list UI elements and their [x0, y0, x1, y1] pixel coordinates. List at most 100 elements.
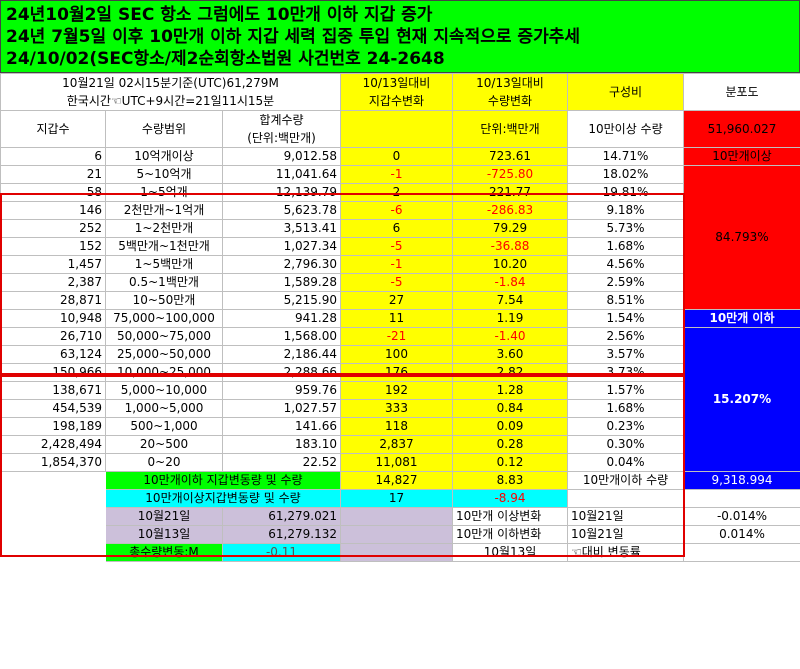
ratio: 4.56%: [567, 255, 684, 274]
table-row: 198,189 500~1,000 141.66 118 0.09 0.23%: [0, 417, 800, 436]
wallet-change: -1: [340, 255, 453, 274]
total-qty: 5,623.78: [222, 201, 341, 220]
table-row: 58 1~5억개 12,139.79 2 221.77 19.81%: [0, 183, 800, 202]
total-qty: 959.76: [222, 381, 341, 400]
wallet-count: 252: [0, 219, 106, 238]
wallet-change-header-2: 지갑수변화: [368, 94, 425, 108]
wallet-change: 118: [340, 417, 453, 436]
total-qty: 2,288.66: [222, 363, 341, 382]
unit-label: 단위:백만개: [452, 110, 568, 148]
table-row: 252 1~2천만개 3,513.41 6 79.29 5.73%: [0, 219, 800, 238]
qty-change: 0.28: [452, 435, 568, 454]
total-row: 총수량변동:M -0.11 10월13일 ☜대비 변동률: [0, 543, 800, 562]
under-summary-label: 10만개이하 지갑변동량 및 수량: [105, 471, 341, 490]
qty-change-header: 10/13일대비: [476, 76, 544, 90]
wallet-distribution-table: 10월21일 02시15분기준(UTC)61,279M 한국시간☜UTC+9시간…: [0, 73, 800, 562]
wallet-count: 58: [0, 183, 106, 202]
table-row: 26,710 50,000~75,000 1,568.00 -21 -1.40 2.56%…: [0, 327, 800, 472]
foot-date: 10월13일: [452, 543, 568, 562]
ratio: 18.02%: [567, 165, 684, 184]
total-qty: 941.28: [222, 309, 341, 328]
wallet-change: 2: [340, 183, 453, 202]
qty-range: 0~20: [105, 453, 223, 472]
ratio: 0.04%: [567, 453, 684, 472]
range-header: 수량범위: [105, 110, 223, 148]
wallet-count: 1,854,370: [0, 453, 106, 472]
wallet-change: -21: [340, 327, 453, 346]
table-row: 10,948 75,000~100,000 941.28 11 1.19 1.54% 10만…: [0, 309, 800, 328]
table-row: 138,671 5,000~10,000 959.76 192 1.28 1.57%: [0, 381, 800, 400]
under-wallet-change: 14,827: [340, 471, 453, 490]
table-row: 454,539 1,000~5,000 1,027.57 333 0.84 1.68%: [0, 399, 800, 418]
wallet-count: 10,948: [0, 309, 106, 328]
table-row: 6 10억개이상 9,012.58 0 723.61 14.71% 10만개이상: [0, 147, 800, 166]
total-qty: 1,589.28: [222, 273, 341, 292]
ratio: 0.30%: [567, 435, 684, 454]
total-unit: (단위:백만개): [247, 131, 316, 145]
qty-change: 0.09: [452, 417, 568, 436]
qty-range: 1~5억개: [105, 183, 223, 202]
qty-change: 723.61: [452, 147, 568, 166]
date1-value: 61,279.021: [222, 507, 341, 526]
wallet-change: -5: [340, 273, 453, 292]
qty-range: 75,000~100,000: [105, 309, 223, 328]
wallet-change: -6: [340, 201, 453, 220]
qty-change: -286.83: [452, 201, 568, 220]
total-qty: 1,027.57: [222, 399, 341, 418]
wallet-change: -1: [340, 165, 453, 184]
ratio-header: 구성비: [567, 73, 684, 111]
qty-range: 10,000~25,000: [105, 363, 223, 382]
under-change-date: 10월21일: [567, 525, 684, 544]
title-line-2: 24년 7월5일 이후 10만개 이하 지갑 세력 집중 투입 현재 지속적으로…: [6, 27, 580, 47]
wallet-change: 2,837: [340, 435, 453, 454]
wallet-count: 2,387: [0, 273, 106, 292]
ratio: 5.73%: [567, 219, 684, 238]
qty-change-header-2: 수량변화: [487, 94, 533, 108]
wallet-count: 150,966: [0, 363, 106, 382]
over-change-value: -0.014%: [683, 507, 800, 526]
date2-value: 61,279.132: [222, 525, 341, 544]
qty-range: 1~5백만개: [105, 255, 223, 274]
title-line-3: 24/10/02(SEC항소/제2순회항소법원 사건번호 24-2648: [6, 49, 445, 69]
under-summary-row: 10만개이하 지갑변동량 및 수량 14,827 8.83 10만개이하 수량 …: [0, 471, 800, 508]
dist-over-title: 10만개이상: [683, 147, 800, 166]
table-row: 1,854,370 0~20 22.52 11,081 0.12 0.04%: [0, 453, 800, 472]
table-row: 21 5~10억개 11,041.64 -1 -725.80 18.02% 84.793%: [0, 165, 800, 310]
qty-change: 0.84: [452, 399, 568, 418]
table-row: 63,124 25,000~50,000 2,186.44 100 3.60 3.57%: [0, 345, 800, 364]
ratio: 1.57%: [567, 381, 684, 400]
ratio: 19.81%: [567, 183, 684, 202]
wallet-count: 63,124: [0, 345, 106, 364]
total-qty: 2,796.30: [222, 255, 341, 274]
wallet-change: 192: [340, 381, 453, 400]
korea-time: 한국시간☜UTC+9시간=21일11시15분: [66, 94, 275, 108]
over-qty-change: -8.94: [452, 489, 568, 508]
qty-range: 50,000~75,000: [105, 327, 223, 346]
under-qty-value: 9,318.994: [683, 471, 800, 490]
wallet-change: 27: [340, 291, 453, 310]
table-row: 152 5백만개~1천만개 1,027.34 -5 -36.88 1.68%: [0, 237, 800, 256]
ratio: 1.68%: [567, 237, 684, 256]
wallet-count: 26,710: [0, 327, 106, 346]
ratio: 9.18%: [567, 201, 684, 220]
wallet-count: 6: [0, 147, 106, 166]
over-change-label: 10만개 이상변화: [452, 507, 568, 526]
wallet-change: 11: [340, 309, 453, 328]
total-qty: 22.52: [222, 453, 341, 472]
under-qty-change: 8.83: [452, 471, 568, 490]
total-change-label: 총수량변동:M: [105, 543, 223, 562]
dist-header: 분포도: [683, 73, 800, 111]
total-qty: 183.10: [222, 435, 341, 454]
wallets-header: 지갑수: [0, 110, 106, 148]
qty-change: 0.12: [452, 453, 568, 472]
wallet-change: 100: [340, 345, 453, 364]
wallet-count: 1,457: [0, 255, 106, 274]
qty-change: -725.80: [452, 165, 568, 184]
under-change-value: 0.014%: [683, 525, 800, 544]
qty-change: 221.77: [452, 183, 568, 202]
qty-change: 2.82: [452, 363, 568, 382]
over-summary-row: 10만개이상지갑변동량 및 수량 17 -8.94: [1, 489, 800, 508]
wallet-change: 0: [340, 147, 453, 166]
sub-header-row: 지갑수 수량범위 합계수량 (단위:백만개) 단위:백만개 10만이상 수량 51…: [0, 110, 800, 148]
ratio: 3.57%: [567, 345, 684, 364]
